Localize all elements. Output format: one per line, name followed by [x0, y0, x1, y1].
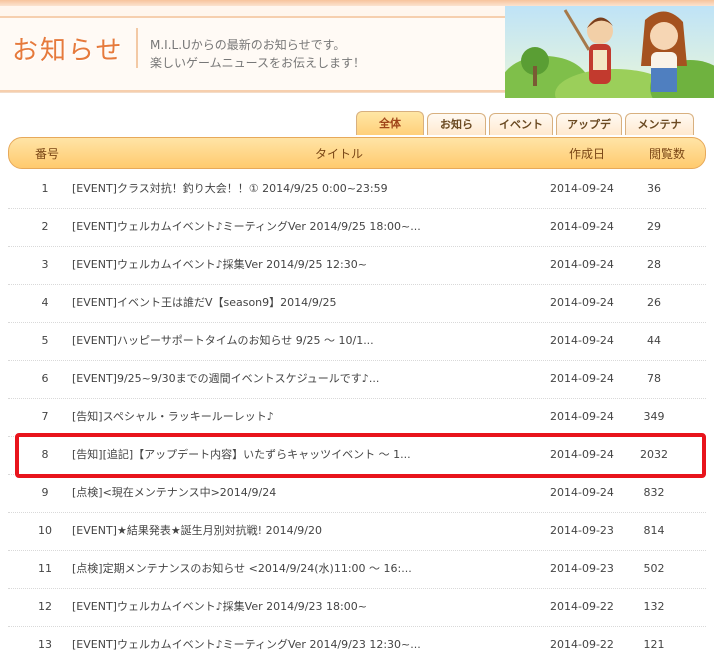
row-date: 2014-09-24	[550, 220, 614, 233]
row-title-link[interactable]: [EVENT]9/25~9/30までの週間イベントスケジュールです♪...	[72, 360, 542, 398]
row-views: 832	[643, 486, 665, 499]
row-title-link[interactable]: [EVENT]クラス対抗！釣り大会！！① 2014/9/25 0:00~23:5…	[72, 170, 542, 208]
row-views: 121	[643, 638, 665, 651]
row-views: 132	[643, 600, 665, 613]
row-number: 2	[41, 220, 49, 233]
row-title-link[interactable]: [点検]定期メンテナンスのお知らせ <2014/9/24(水)11:00 ～ 1…	[72, 550, 542, 588]
row-number: 13	[38, 638, 52, 651]
row-number: 12	[38, 600, 52, 613]
table-row[interactable]: 2 [EVENT]ウェルカムイベント♪ミーティングVer 2014/9/25 1…	[8, 208, 706, 247]
row-date: 2014-09-23	[550, 562, 614, 575]
row-date: 2014-09-22	[550, 638, 614, 651]
row-date: 2014-09-24	[550, 486, 614, 499]
row-date: 2014-09-24	[550, 182, 614, 195]
row-title-link[interactable]: [EVENT]ハッピーサポートタイムのお知らせ 9/25 ～ 10/1...	[72, 322, 542, 360]
table-row[interactable]: 9 [点検]<現在メンテナンス中>2014/9/24 2014-09-24 83…	[8, 474, 706, 513]
row-date: 2014-09-22	[550, 600, 614, 613]
title-divider	[136, 28, 138, 68]
row-date: 2014-09-24	[550, 410, 614, 423]
table-row[interactable]: 1 [EVENT]クラス対抗！釣り大会！！① 2014/9/25 0:00~23…	[8, 170, 706, 209]
table-row[interactable]: 7 [告知]スペシャル・ラッキールーレット♪ 2014-09-24 349	[8, 398, 706, 437]
row-views: 28	[647, 258, 661, 271]
row-number: 1	[41, 182, 49, 195]
table-row[interactable]: 6 [EVENT]9/25~9/30までの週間イベントスケジュールです♪... …	[8, 360, 706, 399]
page-title: お知らせ	[12, 36, 124, 66]
row-number: 5	[41, 334, 49, 347]
row-title-link[interactable]: [EVENT]イベント王は誰だV【season9】2014/9/25	[72, 284, 542, 322]
table-row[interactable]: 3 [EVENT]ウェルカムイベント♪採集Ver 2014/9/25 12:30…	[8, 246, 706, 285]
row-number: 9	[41, 486, 49, 499]
table-row[interactable]: 11 [点検]定期メンテナンスのお知らせ <2014/9/24(水)11:00 …	[8, 550, 706, 589]
header-subtitle-line2: 楽しいゲームニュースをお伝えします！	[150, 56, 366, 70]
row-date: 2014-09-24	[550, 372, 614, 385]
row-views: 502	[643, 562, 665, 575]
row-title-link[interactable]: [EVENT]ウェルカムイベント♪ミーティングVer 2014/9/25 18:…	[72, 208, 542, 246]
column-header-views: 閲覧数	[649, 147, 686, 161]
table-row[interactable]: 12 [EVENT]ウェルカムイベント♪採集Ver 2014/9/23 18:0…	[8, 588, 706, 627]
row-number: 6	[41, 372, 49, 385]
row-title-link[interactable]: [告知][追記]【アップデート内容】いたずらキャッツイベント ～ 1...	[72, 436, 542, 474]
row-date: 2014-09-24	[550, 448, 614, 461]
row-number: 3	[41, 258, 49, 271]
row-title-link[interactable]: [EVENT]ウェルカムイベント♪採集Ver 2014/9/23 18:00~	[72, 588, 542, 626]
row-date: 2014-09-24	[550, 258, 614, 271]
table-row-highlighted[interactable]: 8 [告知][追記]【アップデート内容】いたずらキャッツイベント ～ 1... …	[8, 436, 706, 475]
row-number: 8	[41, 448, 49, 461]
row-views: 814	[643, 524, 665, 537]
table-row[interactable]: 10 [EVENT]★結果発表★誕生月別対抗戦! 2014/9/20 2014-…	[8, 512, 706, 551]
row-number: 4	[41, 296, 49, 309]
tab-maintenance[interactable]: メンテナンス	[625, 113, 694, 153]
row-views: 78	[647, 372, 661, 385]
table-row[interactable]: 5 [EVENT]ハッピーサポートタイムのお知らせ 9/25 ～ 10/1...…	[8, 322, 706, 361]
row-views: 44	[647, 334, 661, 347]
row-date: 2014-09-24	[550, 296, 614, 309]
row-views: 2032	[640, 448, 668, 461]
row-date: 2014-09-24	[550, 334, 614, 347]
column-header-no: 番号	[35, 147, 60, 161]
table-row[interactable]: 4 [EVENT]イベント王は誰だV【season9】2014/9/25 201…	[8, 284, 706, 323]
row-number: 11	[38, 562, 52, 575]
row-date: 2014-09-23	[550, 524, 614, 537]
tab-update[interactable]: アップデート	[556, 113, 622, 153]
row-views: 36	[647, 182, 661, 195]
row-title-link[interactable]: [告知]スペシャル・ラッキールーレット♪	[72, 398, 542, 436]
row-views: 26	[647, 296, 661, 309]
row-views: 349	[643, 410, 665, 423]
tab-event[interactable]: イベント	[489, 113, 553, 135]
row-number: 10	[38, 524, 52, 537]
tab-all[interactable]: 全体	[356, 111, 424, 135]
category-tabs: 全体 お知らせ イベント アップデート メンテナンス	[356, 111, 694, 153]
hero-illustration	[505, 6, 714, 98]
page-header: お知らせ M.I.L.Uからの最新のお知らせです。 楽しいゲームニュースをお伝え…	[0, 6, 714, 98]
column-header-date: 作成日	[569, 147, 606, 161]
header-subtitle-line1: M.I.L.Uからの最新のお知らせです。	[150, 38, 346, 52]
table-row[interactable]: 13 [EVENT]ウェルカムイベント♪ミーティングVer 2014/9/23 …	[8, 626, 706, 664]
column-header-title: タイトル	[315, 147, 364, 161]
row-title-link[interactable]: [EVENT]ウェルカムイベント♪採集Ver 2014/9/25 12:30~	[72, 246, 542, 284]
row-views: 29	[647, 220, 661, 233]
row-title-link[interactable]: [EVENT]ウェルカムイベント♪ミーティングVer 2014/9/23 12:…	[72, 626, 542, 664]
tab-notice[interactable]: お知らせ	[427, 113, 486, 153]
row-number: 7	[41, 410, 49, 423]
row-title-link[interactable]: [EVENT]★結果発表★誕生月別対抗戦! 2014/9/20	[72, 512, 542, 550]
row-title-link[interactable]: [点検]<現在メンテナンス中>2014/9/24	[72, 474, 542, 512]
table-header: 番号 タイトル 作成日 閲覧数	[8, 137, 706, 169]
